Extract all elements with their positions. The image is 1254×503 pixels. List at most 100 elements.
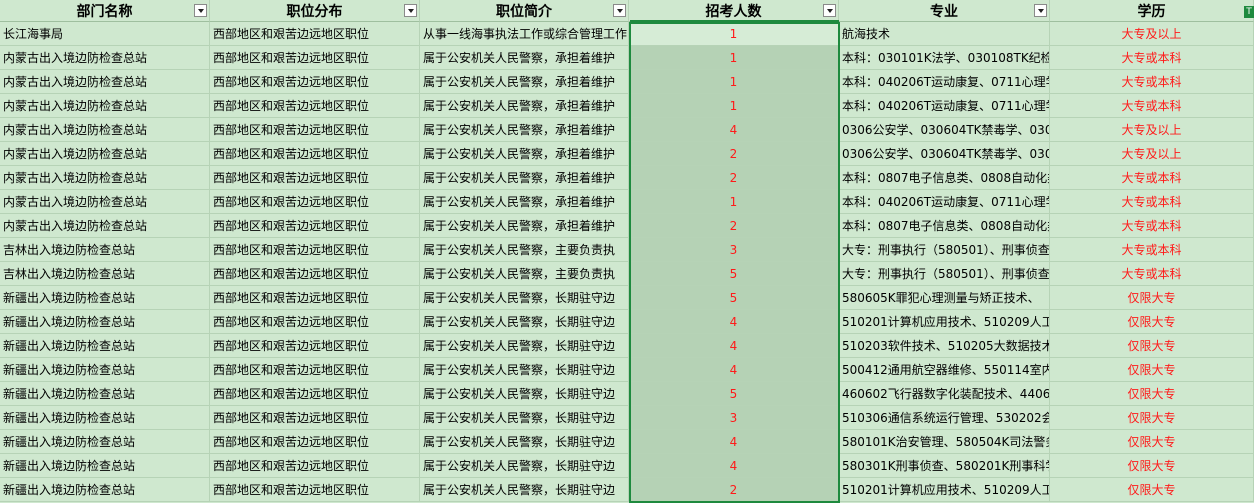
cell-distribution[interactable]: 西部地区和艰苦边远地区职位 (210, 214, 420, 238)
cell-distribution[interactable]: 西部地区和艰苦边远地区职位 (210, 334, 420, 358)
cell-intro[interactable]: 属于公安机关人民警察，长期驻守边 (420, 382, 629, 406)
cell-distribution[interactable]: 西部地区和艰苦边远地区职位 (210, 286, 420, 310)
cell-major[interactable]: 本科：040206T运动康复、0711心理学 (839, 70, 1050, 94)
cell-dept[interactable]: 新疆出入境边防检查总站 (0, 310, 210, 334)
cell-intro[interactable]: 属于公安机关人民警察，长期驻守边 (420, 334, 629, 358)
cell-dept[interactable]: 内蒙古出入境边防检查总站 (0, 166, 210, 190)
cell-major[interactable]: 本科：0807电子信息类、0808自动化类 (839, 214, 1050, 238)
cell-dept[interactable]: 长江海事局 (0, 22, 210, 46)
cell-education[interactable]: 仅限大专 (1050, 478, 1254, 502)
cell-count[interactable]: 5 (629, 382, 839, 406)
cell-dept[interactable]: 内蒙古出入境边防检查总站 (0, 142, 210, 166)
cell-major[interactable]: 510201计算机应用技术、510209人工 (839, 310, 1050, 334)
cell-distribution[interactable]: 西部地区和艰苦边远地区职位 (210, 46, 420, 70)
cell-intro[interactable]: 属于公安机关人民警察，长期驻守边 (420, 454, 629, 478)
cell-education[interactable]: 大专及以上 (1050, 22, 1254, 46)
cell-education[interactable]: 仅限大专 (1050, 406, 1254, 430)
cell-intro[interactable]: 属于公安机关人民警察，承担着维护 (420, 118, 629, 142)
cell-education[interactable]: 仅限大专 (1050, 286, 1254, 310)
cell-major[interactable]: 500412通用航空器维修、550114室内 (839, 358, 1050, 382)
cell-education[interactable]: 仅限大专 (1050, 430, 1254, 454)
cell-dept[interactable]: 内蒙古出入境边防检查总站 (0, 118, 210, 142)
cell-dept[interactable]: 新疆出入境边防检查总站 (0, 406, 210, 430)
cell-education[interactable]: 大专或本科 (1050, 262, 1254, 286)
cell-distribution[interactable]: 西部地区和艰苦边远地区职位 (210, 478, 420, 502)
cell-distribution[interactable]: 西部地区和艰苦边远地区职位 (210, 406, 420, 430)
cell-count[interactable]: 2 (629, 478, 839, 502)
filter-dropdown-icon[interactable] (194, 4, 207, 17)
cell-count[interactable]: 1 (629, 94, 839, 118)
cell-education[interactable]: 大专或本科 (1050, 190, 1254, 214)
filter-dropdown-icon[interactable] (823, 4, 836, 17)
cell-dept[interactable]: 新疆出入境边防检查总站 (0, 478, 210, 502)
cell-dept[interactable]: 吉林出入境边防检查总站 (0, 238, 210, 262)
cell-education[interactable]: 大专及以上 (1050, 118, 1254, 142)
cell-distribution[interactable]: 西部地区和艰苦边远地区职位 (210, 262, 420, 286)
cell-distribution[interactable]: 西部地区和艰苦边远地区职位 (210, 454, 420, 478)
header-cell-education[interactable]: 学历 (1050, 0, 1254, 22)
cell-intro[interactable]: 属于公安机关人民警察，长期驻守边 (420, 286, 629, 310)
cell-dept[interactable]: 内蒙古出入境边防检查总站 (0, 190, 210, 214)
cell-education[interactable]: 仅限大专 (1050, 310, 1254, 334)
cell-distribution[interactable]: 西部地区和艰苦边远地区职位 (210, 118, 420, 142)
cell-count[interactable]: 2 (629, 166, 839, 190)
cell-dept[interactable]: 新疆出入境边防检查总站 (0, 358, 210, 382)
cell-count[interactable]: 1 (629, 46, 839, 70)
cell-education[interactable]: 大专或本科 (1050, 70, 1254, 94)
cell-intro[interactable]: 属于公安机关人民警察，承担着维护 (420, 214, 629, 238)
cell-dept[interactable]: 新疆出入境边防检查总站 (0, 334, 210, 358)
filter-dropdown-icon[interactable] (404, 4, 417, 17)
cell-education[interactable]: 仅限大专 (1050, 358, 1254, 382)
cell-count[interactable]: 2 (629, 142, 839, 166)
cell-major[interactable]: 510203软件技术、510205大数据技术 (839, 334, 1050, 358)
filter-dropdown-icon[interactable] (1034, 4, 1047, 17)
cell-dept[interactable]: 内蒙古出入境边防检查总站 (0, 46, 210, 70)
cell-intro[interactable]: 属于公安机关人民警察，长期驻守边 (420, 478, 629, 502)
cell-distribution[interactable]: 西部地区和艰苦边远地区职位 (210, 94, 420, 118)
cell-major[interactable]: 580301K刑事侦查、580201K刑事科学 (839, 454, 1050, 478)
cell-count[interactable]: 4 (629, 358, 839, 382)
cell-count[interactable]: 4 (629, 454, 839, 478)
cell-count[interactable]: 1 (629, 70, 839, 94)
cell-count[interactable]: 3 (629, 238, 839, 262)
cell-education[interactable]: 大专或本科 (1050, 214, 1254, 238)
cell-count[interactable]: 5 (629, 286, 839, 310)
cell-dept[interactable]: 新疆出入境边防检查总站 (0, 382, 210, 406)
cell-distribution[interactable]: 西部地区和艰苦边远地区职位 (210, 310, 420, 334)
cell-distribution[interactable]: 西部地区和艰苦边远地区职位 (210, 166, 420, 190)
cell-dept[interactable]: 吉林出入境边防检查总站 (0, 262, 210, 286)
cell-major[interactable]: 580101K治安管理、580504K司法警务 (839, 430, 1050, 454)
cell-distribution[interactable]: 西部地区和艰苦边远地区职位 (210, 358, 420, 382)
cell-distribution[interactable]: 西部地区和艰苦边远地区职位 (210, 142, 420, 166)
cell-count[interactable]: 2 (629, 214, 839, 238)
cell-major[interactable]: 0306公安学、030604TK禁毒学、0306 (839, 142, 1050, 166)
cell-intro[interactable]: 属于公安机关人民警察，主要负责执 (420, 262, 629, 286)
cell-count[interactable]: 3 (629, 406, 839, 430)
cell-intro[interactable]: 属于公安机关人民警察，主要负责执 (420, 238, 629, 262)
cell-distribution[interactable]: 西部地区和艰苦边远地区职位 (210, 238, 420, 262)
cell-dept[interactable]: 内蒙古出入境边防检查总站 (0, 214, 210, 238)
cell-distribution[interactable]: 西部地区和艰苦边远地区职位 (210, 430, 420, 454)
cell-education[interactable]: 大专或本科 (1050, 238, 1254, 262)
cell-intro[interactable]: 属于公安机关人民警察，长期驻守边 (420, 358, 629, 382)
cell-major[interactable]: 510201计算机应用技术、510209人工 (839, 478, 1050, 502)
header-cell-count[interactable]: 招考人数 (629, 0, 839, 22)
cell-education[interactable]: 大专或本科 (1050, 94, 1254, 118)
cell-major[interactable]: 大专：刑事执行（580501）、刑事侦查 (839, 262, 1050, 286)
cell-count[interactable]: 4 (629, 310, 839, 334)
cell-count[interactable]: 4 (629, 118, 839, 142)
cell-education[interactable]: 仅限大专 (1050, 454, 1254, 478)
cell-education[interactable]: 仅限大专 (1050, 382, 1254, 406)
cell-intro[interactable]: 属于公安机关人民警察，承担着维护 (420, 94, 629, 118)
cell-dept[interactable]: 内蒙古出入境边防检查总站 (0, 70, 210, 94)
cell-intro[interactable]: 属于公安机关人民警察，长期驻守边 (420, 430, 629, 454)
cell-distribution[interactable]: 西部地区和艰苦边远地区职位 (210, 382, 420, 406)
cell-education[interactable]: 仅限大专 (1050, 334, 1254, 358)
filter-dropdown-icon[interactable] (613, 4, 626, 17)
header-cell-major[interactable]: 专业 (839, 0, 1050, 22)
cell-intro[interactable]: 属于公安机关人民警察，承担着维护 (420, 166, 629, 190)
cell-intro[interactable]: 从事一线海事执法工作或综合管理工作 (420, 22, 629, 46)
cell-intro[interactable]: 属于公安机关人民警察，长期驻守边 (420, 310, 629, 334)
cell-intro[interactable]: 属于公安机关人民警察，长期驻守边 (420, 406, 629, 430)
cell-intro[interactable]: 属于公安机关人民警察，承担着维护 (420, 46, 629, 70)
